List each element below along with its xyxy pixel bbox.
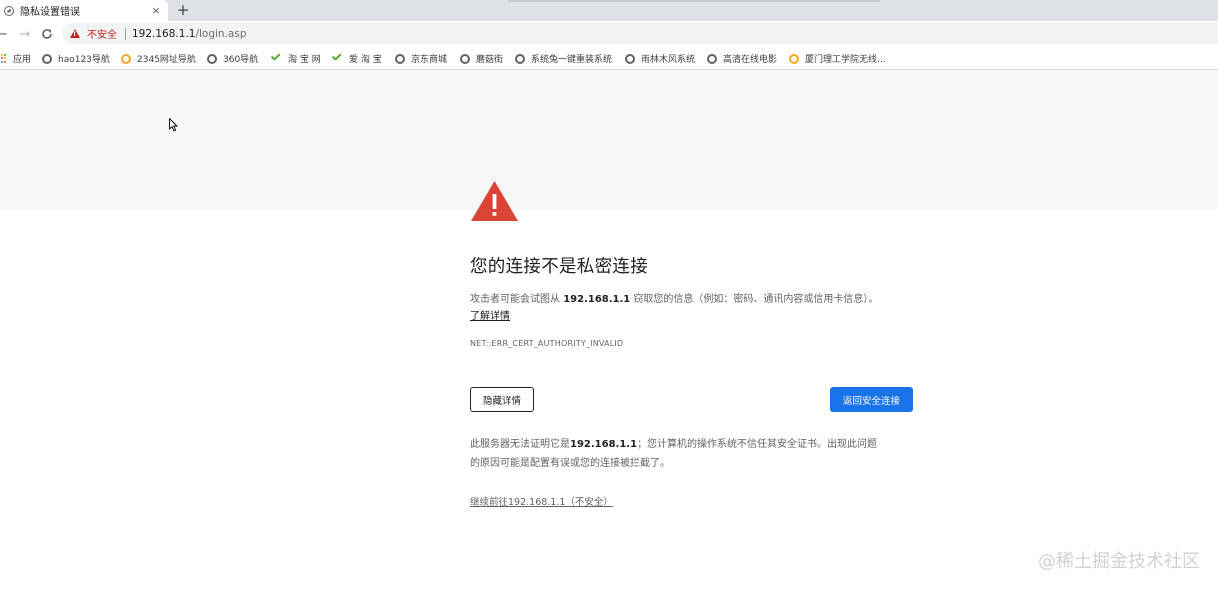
button-row: 隐藏详情 返回安全连接 <box>470 387 914 413</box>
mouse-cursor-icon <box>169 118 178 132</box>
globe-icon <box>707 53 717 64</box>
new-tab-button[interactable]: + <box>176 1 190 19</box>
error-globe-icon <box>4 5 14 16</box>
close-icon[interactable]: × <box>148 4 164 17</box>
message-suffix: 窃取您的信息（例如：密码、通讯内容或信用卡信息）。 <box>630 294 879 305</box>
bookmark-xmut-wifi[interactable]: 厦门理工学院无线... <box>789 52 886 65</box>
tab-title: 隐私设置错误 <box>20 7 80 18</box>
hide-details-button[interactable]: 隐藏详情 <box>470 387 534 412</box>
url-path: /login.asp <box>195 27 247 40</box>
toolbar: ← → 不安全 192.168.1.1/login.asp <box>0 21 1218 46</box>
url-host: 192.168.1.1 <box>132 27 196 40</box>
bookmark-xitongtu[interactable]: 系统兔一键重装系统 <box>515 52 612 65</box>
globe-icon <box>395 53 405 64</box>
proceed-unsafe-link[interactable]: 继续前往192.168.1.1（不安全） <box>470 494 613 508</box>
bookmark-taobao[interactable]: 淘 宝 网 <box>270 52 321 65</box>
message-prefix: 攻击者可能会试图从 <box>470 294 564 305</box>
details-prefix: 此服务器无法证明它是 <box>470 439 570 450</box>
globe-icon <box>42 53 52 64</box>
bookmark-label: 系统兔一键重装系统 <box>531 55 613 65</box>
bookmark-label: 蘑菇街 <box>476 55 504 65</box>
not-secure-warning-icon[interactable] <box>70 29 80 38</box>
orange-ring-icon <box>789 53 799 64</box>
back-icon[interactable]: ← <box>0 25 11 43</box>
apps-icon <box>0 53 8 64</box>
main-message: 攻击者可能会试图从 192.168.1.1 窃取您的信息（例如：密码、通讯内容或… <box>470 292 914 325</box>
bookmark-aitaobao[interactable]: 爱 淘 宝 <box>331 52 382 65</box>
forward-icon[interactable]: → <box>16 25 34 43</box>
globe-icon <box>625 53 635 64</box>
page-content: 您的连接不是私密连接 攻击者可能会试图从 192.168.1.1 窃取您的信息（… <box>0 71 1218 593</box>
details-host: 192.168.1.1 <box>570 439 638 450</box>
address-divider <box>125 27 126 40</box>
back-to-safety-button[interactable]: 返回安全连接 <box>830 387 913 412</box>
details-message: 此服务器无法证明它是192.168.1.1；您计算机的操作系统不信任其安全证书。… <box>470 435 914 473</box>
details-line2: 的原因可能是配置有误或您的连接被拦截了。 <box>470 458 670 469</box>
tab-strip: 隐私设置错误 × + <box>0 0 1218 21</box>
globe-icon <box>460 53 470 64</box>
bookmark-360[interactable]: 360导航 <box>207 52 258 65</box>
globe-icon <box>515 53 525 64</box>
warning-triangle-icon <box>470 180 519 222</box>
bookmark-hao123[interactable]: hao123导航 <box>42 52 110 65</box>
bookmark-label: 应用 <box>13 55 32 65</box>
bookmark-label: 厦门理工学院无线... <box>805 55 886 65</box>
watermark: @稀土掘金技术社区 <box>1038 551 1200 572</box>
globe-icon <box>207 53 217 64</box>
security-chip-label[interactable]: 不安全 <box>87 26 117 41</box>
address-bar[interactable]: 不安全 192.168.1.1/login.asp <box>62 23 1218 44</box>
bookmark-label: 高清在线电影 <box>723 55 778 65</box>
tab-active[interactable]: 隐私设置错误 × <box>0 0 168 21</box>
bookmark-yulinmufeng[interactable]: 雨林木风系统 <box>625 52 695 65</box>
privacy-error-interstitial: 您的连接不是私密连接 攻击者可能会试图从 192.168.1.1 窃取您的信息（… <box>470 180 914 509</box>
bookmark-mogujie[interactable]: 蘑菇街 <box>460 52 503 65</box>
check-icon <box>331 54 343 64</box>
check-icon <box>270 54 282 64</box>
reload-arrow-icon <box>42 29 52 39</box>
bookmark-movies[interactable]: 高清在线电影 <box>707 52 777 65</box>
bookmark-label: 淘 宝 网 <box>288 55 321 65</box>
bookmark-2345[interactable]: 2345网址导航 <box>121 52 196 65</box>
bookmarks-bar: 应用 hao123导航 2345网址导航 360导航 淘 宝 网 爱 淘 宝 京… <box>0 46 1218 70</box>
details-line1-suffix: ；您计算机的操作系统不信任其安全证书。出现此问题 <box>637 439 878 450</box>
error-code: NET::ERR_CERT_AUTHORITY_INVALID <box>470 339 624 348</box>
bookmark-label: hao123导航 <box>58 55 110 65</box>
orange-ring-icon <box>121 53 131 64</box>
bookmark-label: 爱 淘 宝 <box>349 55 382 65</box>
bookmark-label: 京东商城 <box>411 55 448 65</box>
learn-more-link[interactable]: 了解详情 <box>470 309 510 325</box>
reload-icon[interactable] <box>38 25 56 43</box>
bookmark-label: 2345网址导航 <box>137 55 196 65</box>
page-title: 您的连接不是私密连接 <box>470 257 648 277</box>
bookmark-apps[interactable]: 应用 <box>0 52 31 65</box>
bookmark-label: 360导航 <box>223 55 259 65</box>
bookmark-jd[interactable]: 京东商城 <box>395 52 447 65</box>
bookmark-label: 雨林木风系统 <box>641 55 696 65</box>
message-host: 192.168.1.1 <box>563 294 631 305</box>
tab-strip-drag-area[interactable] <box>508 0 880 2</box>
